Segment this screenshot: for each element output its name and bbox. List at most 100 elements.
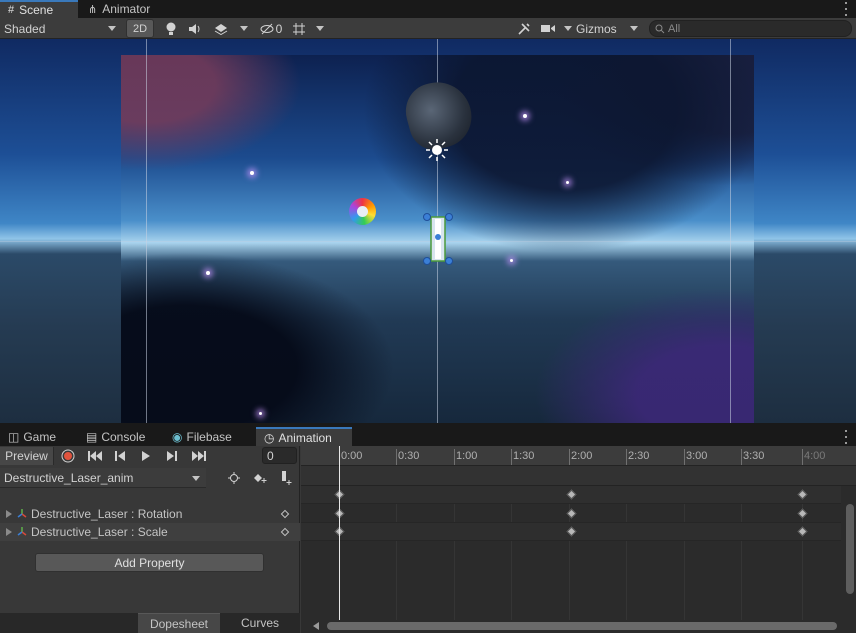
keyframe[interactable]	[566, 508, 577, 519]
ruler-tick	[741, 449, 742, 465]
effects-dropdown[interactable]	[238, 19, 250, 38]
add-property-button[interactable]: Add Property	[35, 553, 264, 572]
filter-by-selection-button[interactable]	[224, 469, 244, 487]
clock-icon: ◷	[264, 430, 275, 445]
frame-number-field[interactable]: 0	[262, 447, 297, 464]
chevron-down-icon	[108, 26, 116, 31]
tab-console[interactable]: ▤ Console	[78, 428, 162, 446]
tab-filebase-label: Filebase	[186, 430, 232, 444]
add-keyframe-icon	[254, 474, 267, 483]
play-button[interactable]	[136, 447, 156, 465]
animation-window: Preview 0 Destructive_Laser_anim Destruc…	[0, 446, 856, 633]
keyframe[interactable]	[797, 508, 808, 519]
star-sprite	[259, 412, 262, 415]
tab-dopesheet[interactable]: Dopesheet	[138, 613, 220, 633]
property-keyframe-toggle[interactable]	[280, 509, 290, 519]
directional-light-icon[interactable]	[426, 139, 448, 161]
property-row-scale[interactable]: Destructive_Laser : Scale	[0, 523, 300, 541]
audio-toggle-icon[interactable]	[186, 19, 204, 38]
tab-curves[interactable]: Curves	[220, 613, 300, 633]
summary-track[interactable]	[301, 486, 841, 504]
animation-event-row[interactable]	[301, 466, 856, 486]
star-sprite	[206, 271, 210, 275]
horizontal-scrollbar[interactable]	[311, 620, 841, 632]
skip-end-icon	[192, 451, 206, 461]
2d-toggle-button[interactable]: 2D	[126, 19, 154, 38]
curves-label: Curves	[240, 616, 279, 630]
ruler-tick	[684, 449, 685, 465]
add-keyframe-button[interactable]	[250, 469, 270, 487]
top-tab-bar: # Scene ⋔ Animator	[0, 0, 856, 18]
tab-scene[interactable]: # Scene	[0, 0, 78, 18]
ruler-tick	[454, 449, 455, 465]
previous-keyframe-button[interactable]	[110, 447, 130, 465]
property-row-rotation[interactable]: Destructive_Laser : Rotation	[0, 505, 300, 523]
ruler-tick	[511, 449, 512, 465]
keyframe[interactable]	[566, 489, 577, 500]
property-keyframe-toggle[interactable]	[280, 527, 290, 537]
property-label: Destructive_Laser : Scale	[31, 525, 168, 539]
ruler-tick	[626, 449, 627, 465]
time-ruler[interactable]: 0:00 0:30 1:00 1:30 2:00 2:30 3:00 3:30 …	[301, 446, 856, 466]
camera-bounds-left	[146, 39, 147, 423]
vertical-scrollbar-thumb[interactable]	[846, 504, 854, 594]
rotation-track[interactable]	[301, 505, 841, 523]
ruler-label: 2:30	[628, 450, 650, 462]
effects-toggle-icon[interactable]	[212, 19, 230, 38]
gizmos-dropdown[interactable]: Gizmos	[576, 19, 638, 38]
clip-selector-dropdown[interactable]: Destructive_Laser_anim	[0, 468, 206, 488]
keyframe[interactable]	[797, 526, 808, 537]
record-button[interactable]	[58, 447, 78, 465]
next-keyframe-button[interactable]	[162, 447, 182, 465]
keyframe[interactable]	[566, 526, 577, 537]
tools-icon[interactable]	[514, 19, 534, 38]
preview-toggle-button[interactable]: Preview	[0, 447, 54, 465]
grid-snap-icon[interactable]	[290, 19, 308, 38]
horizontal-scrollbar-thumb[interactable]	[327, 622, 837, 630]
search-icon	[655, 24, 665, 34]
particle-system-icon[interactable]	[349, 198, 376, 225]
tab-animation[interactable]: ◷ Animation	[256, 427, 352, 446]
playhead[interactable]	[339, 446, 340, 620]
scene-viewport[interactable]	[0, 39, 856, 423]
tab-animator[interactable]: ⋔ Animator	[80, 0, 160, 18]
scene-visibility-toggle[interactable]: 0	[256, 19, 286, 38]
animation-hierarchy-pane: Preview 0 Destructive_Laser_anim Destruc…	[0, 446, 300, 633]
ruler-label: 1:00	[456, 450, 478, 462]
tab-game[interactable]: ◫ Game	[0, 428, 76, 446]
tab-filebase[interactable]: ◉ Filebase	[164, 428, 256, 446]
record-icon	[61, 449, 75, 463]
playback-controls: Preview 0	[0, 446, 300, 466]
tab-game-label: Game	[23, 430, 57, 444]
lighting-toggle-icon[interactable]	[162, 19, 180, 38]
dopesheet-label: Dopesheet	[149, 616, 209, 631]
grid-dropdown[interactable]	[314, 19, 326, 38]
clip-name: Destructive_Laser_anim	[4, 470, 134, 485]
expand-arrow-icon[interactable]	[6, 528, 12, 536]
dopesheet-timeline[interactable]: 0:00 0:30 1:00 1:30 2:00 2:30 3:00 3:30 …	[301, 446, 856, 633]
vertical-scrollbar[interactable]	[844, 486, 856, 620]
ruler-tick	[802, 449, 803, 465]
last-keyframe-button[interactable]	[188, 447, 210, 465]
scroll-left-icon[interactable]	[313, 622, 319, 630]
star-sprite	[566, 181, 569, 184]
add-event-icon	[282, 471, 292, 485]
kebab-menu-icon[interactable]	[844, 430, 848, 444]
add-event-button[interactable]	[276, 469, 296, 487]
keyframe[interactable]	[797, 489, 808, 500]
first-keyframe-button[interactable]	[84, 447, 106, 465]
scene-search-input[interactable]: All	[649, 20, 852, 37]
kebab-menu-icon[interactable]	[844, 2, 848, 16]
tab-animator-label: Animator	[102, 2, 151, 16]
play-icon	[142, 451, 150, 461]
camera-icon	[541, 25, 555, 32]
ruler-label: 0:30	[398, 450, 420, 462]
eye-off-icon	[260, 23, 274, 34]
camera-dropdown[interactable]	[540, 19, 572, 38]
scale-track[interactable]	[301, 523, 841, 541]
console-icon: ▤	[86, 430, 98, 444]
expand-arrow-icon[interactable]	[6, 510, 12, 518]
draw-mode-dropdown[interactable]: Shaded	[4, 19, 120, 38]
destructive-laser-object[interactable]	[422, 213, 454, 265]
transform-icon	[17, 527, 27, 536]
